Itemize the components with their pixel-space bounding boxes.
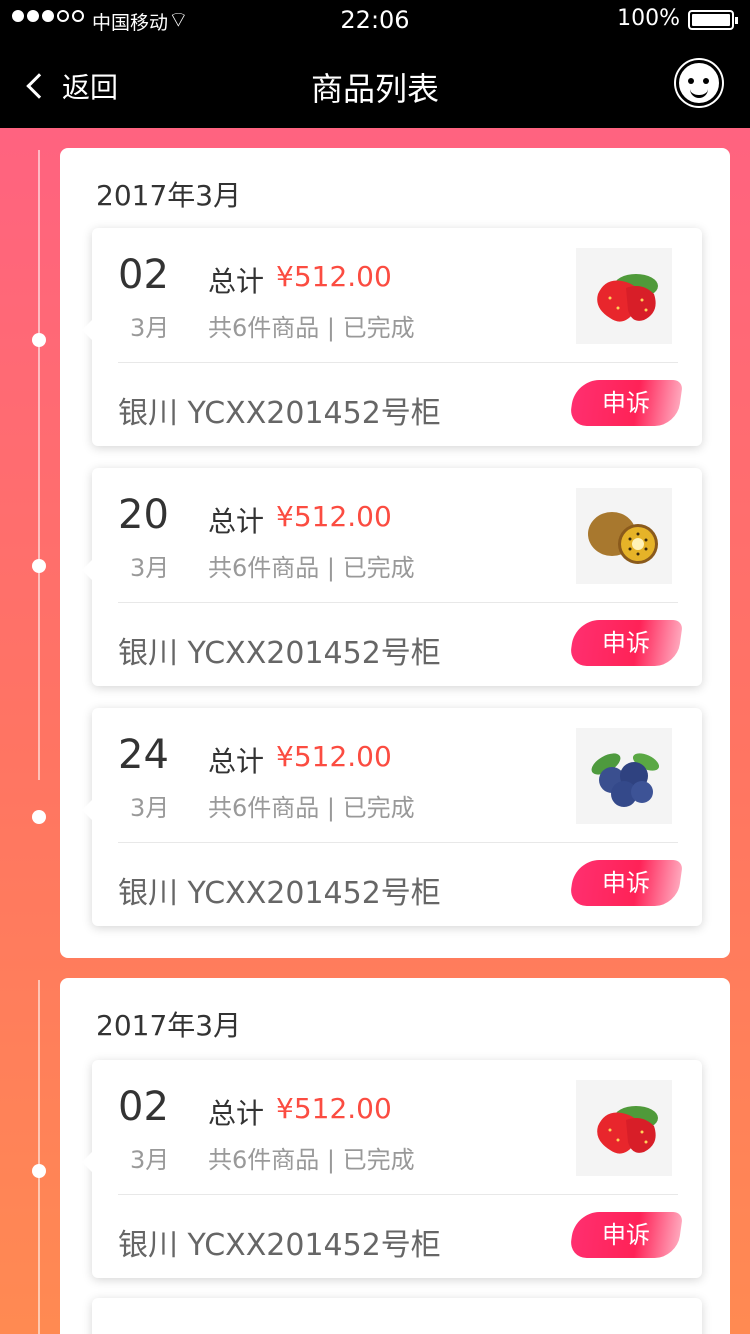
total-label: 总计 <box>208 265 265 298</box>
cabinet-location: 银川 YCXX201452号柜 <box>118 636 441 671</box>
total-label: 总计 <box>208 1097 265 1130</box>
month-group: 2017年3月 02 3月 总计 ¥512.00 共6件商品 | 已完成 银川 … <box>60 148 730 958</box>
appeal-label: 申诉 <box>602 389 650 417</box>
battery-icon <box>688 10 738 30</box>
page-title: 商品列表 <box>310 70 439 108</box>
timeline-line <box>38 150 40 780</box>
order-month: 3月 <box>130 1146 170 1174</box>
month-title: 2017年3月 <box>96 179 242 212</box>
status-bar: 中国移动 ⌔ 22:06 100% <box>0 0 750 40</box>
order-month: 3月 <box>130 314 170 342</box>
strawberry-image <box>576 248 672 344</box>
timeline-dot <box>32 333 46 347</box>
order-day: 02 <box>118 252 169 298</box>
appeal-button[interactable]: 申诉 <box>568 380 684 426</box>
cabinet-location: 银川 YCXX201452号柜 <box>118 396 441 431</box>
card-divider <box>118 842 678 843</box>
appeal-label: 申诉 <box>602 629 650 657</box>
timeline-dot <box>32 1164 46 1178</box>
order-price: ¥512.00 <box>276 740 392 773</box>
total-label: 总计 <box>208 745 265 778</box>
cabinet-location: 银川 YCXX201452号柜 <box>118 1228 441 1263</box>
strawberry-image <box>576 1080 672 1176</box>
timeline-dot <box>32 810 46 824</box>
customer-service-icon[interactable] <box>676 60 722 106</box>
appeal-label: 申诉 <box>602 1221 650 1249</box>
kiwi-image <box>576 488 672 584</box>
cabinet-location: 银川 YCXX201452号柜 <box>118 876 441 911</box>
order-day: 24 <box>118 732 169 778</box>
navigation-bar: 返回 商品列表 <box>0 40 750 128</box>
total-label: 总计 <box>208 505 265 538</box>
appeal-button[interactable]: 申诉 <box>568 860 684 906</box>
blueberry-image <box>576 728 672 824</box>
order-price: ¥512.00 <box>276 260 392 293</box>
order-day: 02 <box>118 1084 169 1130</box>
order-month: 3月 <box>130 794 170 822</box>
order-price: ¥512.00 <box>276 500 392 533</box>
month-title: 2017年3月 <box>96 1009 242 1042</box>
order-card[interactable]: 02 3月 总计 ¥512.00 共6件商品 | 已完成 银川 YCXX2014… <box>82 228 702 446</box>
order-summary: 共6件商品 | 已完成 <box>208 314 415 342</box>
order-day: 20 <box>118 492 169 538</box>
order-card[interactable]: 24 3月 总计 ¥512.00 共6件商品 | 已完成 银川 YCXX2014… <box>82 708 702 926</box>
appeal-label: 申诉 <box>602 869 650 897</box>
card-divider <box>118 362 678 363</box>
battery-percentage: 100% <box>617 6 680 31</box>
order-summary: 共6件商品 | 已完成 <box>208 554 415 582</box>
month-group: 2017年3月 02 3月 总计 ¥512.00 共6件商品 | 已完成 银川 … <box>60 978 730 1334</box>
timeline-dot <box>32 559 46 573</box>
order-summary: 共6件商品 | 已完成 <box>208 794 415 822</box>
card-divider <box>118 1194 678 1195</box>
order-summary: 共6件商品 | 已完成 <box>208 1146 415 1174</box>
appeal-button[interactable]: 申诉 <box>568 620 684 666</box>
order-month: 3月 <box>130 554 170 582</box>
appeal-button[interactable]: 申诉 <box>568 1212 684 1258</box>
order-card[interactable] <box>92 1298 702 1334</box>
order-price: ¥512.00 <box>276 1092 392 1125</box>
order-card[interactable]: 20 3月 总计 ¥512.00 共6件商品 | 已完成 银川 YCXX2014… <box>82 468 702 686</box>
order-card[interactable]: 02 3月 总计 ¥512.00 共6件商品 | 已完成 银川 YCXX2014… <box>82 1060 702 1278</box>
timeline-line <box>38 980 40 1334</box>
card-divider <box>118 602 678 603</box>
